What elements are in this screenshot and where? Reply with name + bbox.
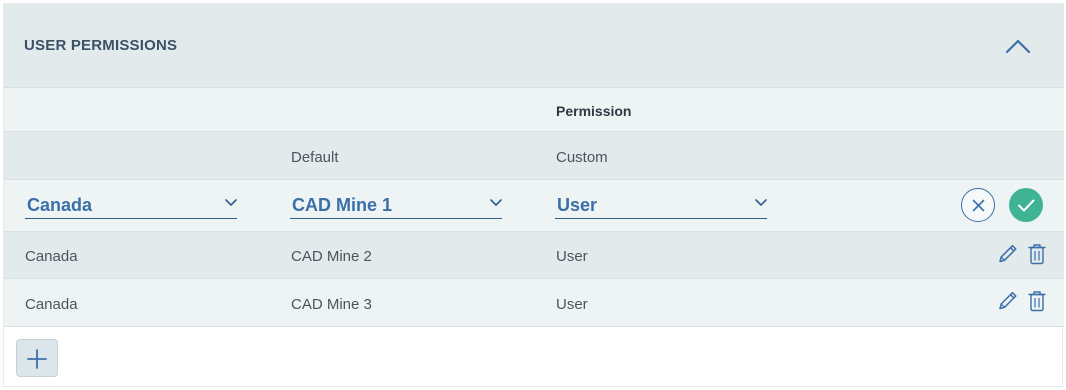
chevron-down-icon — [755, 199, 767, 206]
column-header-row: Default Custom — [4, 132, 1064, 180]
cancel-button[interactable] — [961, 188, 995, 222]
cell-default: CAD Mine 3 — [291, 296, 372, 313]
user-permissions-panel: USER PERMISSIONS Permission Default Cust… — [3, 3, 1064, 387]
table-row: Canada CAD Mine 3 User — [4, 279, 1064, 327]
default-select-value: CAD Mine 1 — [292, 195, 393, 215]
chevron-down-icon — [225, 199, 237, 206]
confirm-button[interactable] — [1009, 188, 1043, 222]
check-icon — [1018, 199, 1035, 212]
cell-country: Canada — [25, 296, 78, 313]
custom-select-value: User — [557, 195, 598, 215]
column-header-custom: Custom — [556, 149, 608, 166]
country-select-value: Canada — [27, 195, 93, 215]
cell-default: CAD Mine 2 — [291, 248, 372, 265]
pencil-icon — [999, 291, 1017, 310]
custom-select[interactable]: User — [555, 190, 767, 219]
section-title: USER PERMISSIONS — [24, 37, 178, 54]
trash-icon — [1028, 244, 1046, 265]
edit-button[interactable] — [997, 289, 1019, 313]
chevron-up-icon — [1005, 39, 1031, 54]
collapse-button[interactable] — [1002, 32, 1034, 60]
table-row: Canada CAD Mine 2 User — [4, 232, 1064, 279]
chevron-down-icon — [490, 199, 502, 206]
close-icon — [972, 199, 985, 212]
trash-icon — [1028, 291, 1046, 312]
edit-button[interactable] — [997, 242, 1019, 266]
permission-group-header: Permission — [556, 103, 632, 119]
plus-icon — [27, 349, 47, 369]
default-select[interactable]: CAD Mine 1 — [290, 190, 502, 219]
delete-button[interactable] — [1026, 289, 1048, 313]
edit-row: Canada CAD Mine 1 User — [4, 180, 1064, 232]
country-select[interactable]: Canada — [25, 190, 237, 219]
cell-country: Canada — [25, 248, 78, 265]
pencil-icon — [999, 244, 1017, 263]
permission-group-header-row: Permission — [4, 88, 1064, 132]
section-header: USER PERMISSIONS — [4, 4, 1064, 88]
cell-custom: User — [556, 296, 588, 313]
delete-button[interactable] — [1026, 242, 1048, 266]
column-header-default: Default — [291, 149, 339, 166]
cell-custom: User — [556, 248, 588, 265]
add-permission-button[interactable] — [16, 339, 58, 377]
